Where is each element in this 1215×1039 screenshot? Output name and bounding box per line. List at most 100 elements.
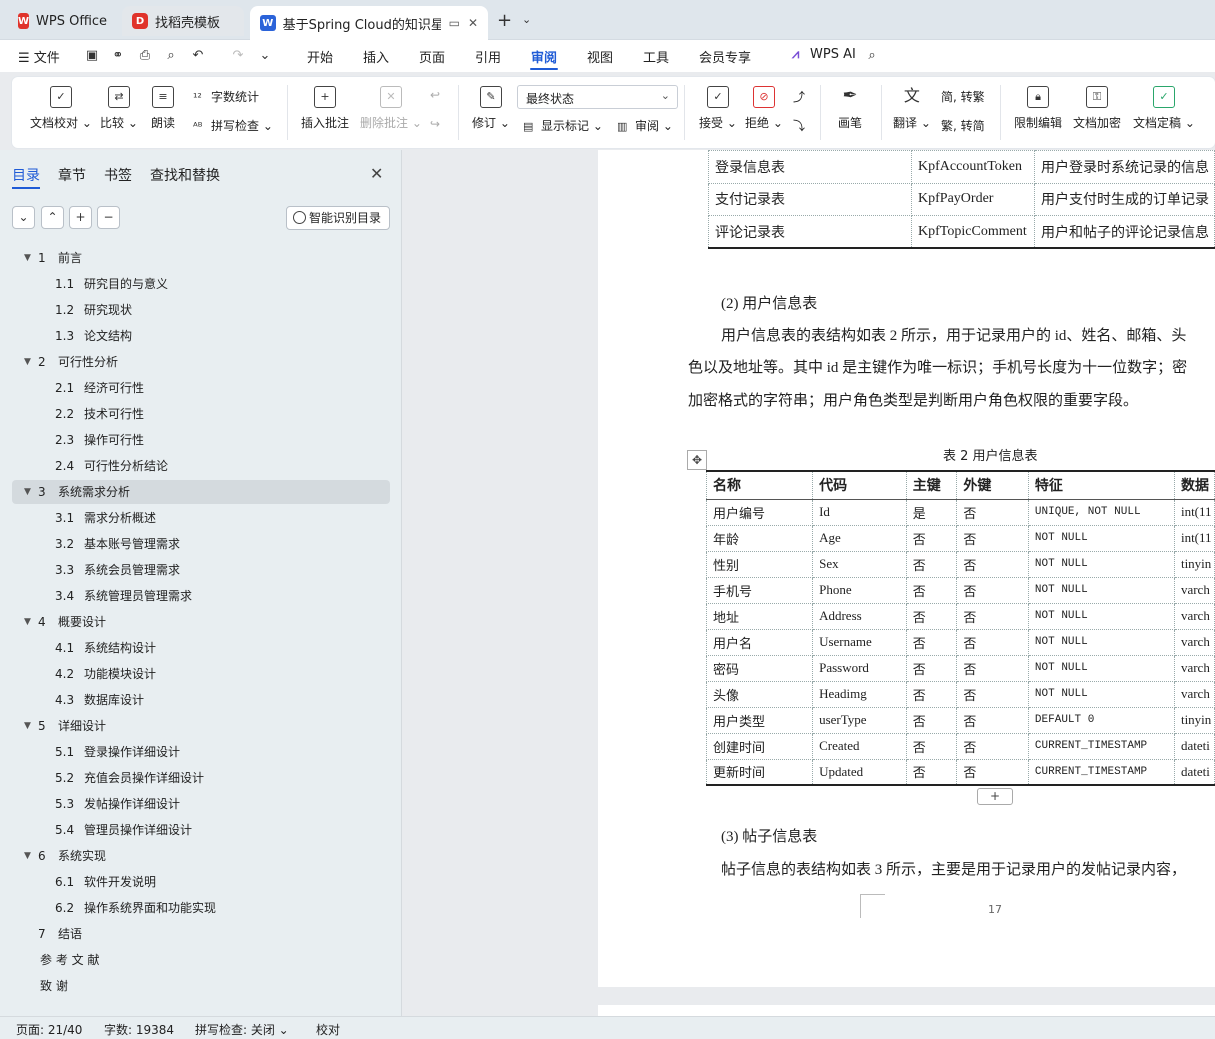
toc-item[interactable]: 参 考 文 献 [12,948,390,972]
table-cell[interactable]: KpfTopicComment [911,215,1035,249]
table-cell[interactable]: NOT NULL [1027,576,1175,604]
table-cell[interactable]: 否 [956,498,1029,526]
delete-comment-button[interactable]: ✕ 删除批注 ⌄ [360,86,422,131]
table-cell[interactable]: 否 [956,550,1029,578]
add-row-button[interactable]: + [977,788,1013,805]
table-header-cell[interactable]: 代码 [812,470,907,500]
collapse-all-button[interactable]: ⌃ [41,206,64,229]
demote-level-button[interactable]: − [97,206,120,229]
toc-item[interactable]: 4.3 数据库设计 [12,688,390,712]
table-cell[interactable]: 否 [905,550,958,578]
table-cell[interactable]: 评论记录表 [707,215,913,249]
table-cell[interactable]: int(11 [1173,524,1215,552]
to-traditional-button[interactable]: 简, 转繁 [941,88,985,105]
doc-check-button[interactable]: ✓ 文档校对 ⌄ [30,86,92,131]
word-count-button[interactable]: ¹² 字数统计 [193,88,259,105]
show-markup-button[interactable]: ▤ 显示标记 ⌄ [523,117,603,134]
finalize-button[interactable]: ✓ 文档定稿 ⌄ [1133,86,1195,131]
table-cell[interactable]: 否 [956,576,1029,604]
toc-item[interactable]: 1.3 论文结构 [12,324,390,348]
encrypt-button[interactable]: ⚿ 文档加密 [1073,86,1121,131]
close-icon[interactable]: ✕ [370,164,383,183]
table-cell[interactable]: CURRENT_TIMESTAMP [1027,732,1175,760]
menu-wps-ai[interactable]: WPS AI [810,47,856,62]
save-icon[interactable]: ▣ [84,48,100,64]
toc-item[interactable]: 2.2 技术可行性 [12,402,390,426]
table-cell[interactable]: 否 [905,732,958,760]
smart-toc-button[interactable]: 智能识别目录 [286,206,390,230]
compare-button[interactable]: ⇄ 比较 ⌄ [100,86,138,131]
table-cell[interactable]: Sex [812,550,907,578]
toc-item[interactable]: 3.3 系统会员管理需求 [12,558,390,582]
toc-item[interactable]: 2.4 可行性分析结论 [12,454,390,478]
table-cell[interactable]: 否 [956,680,1029,708]
table-cell[interactable]: 否 [905,576,958,604]
table-cell[interactable]: 否 [956,524,1029,552]
menu-file[interactable]: ☰ 文件 [18,47,60,66]
table-header-cell[interactable]: 名称 [705,470,814,500]
table-cell[interactable]: 否 [956,654,1029,682]
table-cell[interactable]: Phone [812,576,907,604]
table-cell[interactable]: varch [1173,602,1215,630]
table-cell[interactable]: Password [812,654,907,682]
close-tab-icon[interactable]: ✕ [468,16,478,30]
table-cell[interactable]: 用户支付时生成的订单记录 [1033,182,1215,216]
table-cell[interactable]: Created [812,732,907,760]
more-chevron-icon[interactable]: ⌄ [257,48,273,64]
toc-item[interactable]: 2.3 操作可行性 [12,428,390,452]
toc-item[interactable]: 7 结语 [12,922,390,946]
next-comment-icon[interactable]: ↪ [430,117,440,131]
redo-icon[interactable]: ↷ [230,48,246,64]
print-icon[interactable]: ⎙ [137,48,153,64]
read-aloud-button[interactable]: ≡ 朗读 [151,86,175,131]
toc-item[interactable]: 2.1 经济可行性 [12,376,390,400]
pen-button[interactable]: ✒ 画笔 [838,86,862,131]
table-cell[interactable]: NOT NULL [1027,654,1175,682]
table-cell[interactable]: Age [812,524,907,552]
reject-button[interactable]: ⊘ 拒绝 ⌄ [745,86,783,131]
search-icon[interactable]: ⌕ [864,48,880,64]
expand-triangle-icon[interactable]: ▼ [24,246,31,270]
word-count[interactable]: 字数: 19384 [104,1021,174,1038]
menu-tools[interactable]: 工具 [643,47,669,66]
table-cell[interactable]: UNIQUE, NOT NULL [1027,498,1175,526]
accept-button[interactable]: ✓ 接受 ⌄ [699,86,737,131]
toc-item[interactable]: 5.1 登录操作详细设计 [12,740,390,764]
table-header-cell[interactable]: 数据 [1173,470,1215,500]
prev-comment-icon[interactable]: ↩ [430,88,440,102]
tab-find-replace[interactable]: 查找和替换 [150,165,220,185]
tab-docer-templates[interactable]: D 找稻壳模板 [122,6,244,36]
table-cell[interactable]: 否 [956,706,1029,734]
table-cell[interactable]: Headimg [812,680,907,708]
table-cell[interactable]: int(11 [1173,498,1215,526]
table-cell[interactable]: 头像 [705,680,814,708]
toc-item[interactable]: 4.1 系统结构设计 [12,636,390,660]
table-cell[interactable]: 否 [905,680,958,708]
table-cell[interactable]: 用户登录时系统记录的信息 [1033,150,1215,184]
menu-member[interactable]: 会员专享 [699,47,751,66]
table-cell[interactable]: 登录信息表 [707,150,913,184]
tab-chapters[interactable]: 章节 [58,165,86,185]
print-preview-icon[interactable]: ⌕ [163,48,179,64]
toc-item[interactable]: 4.2 功能模块设计 [12,662,390,686]
review-pane-button[interactable]: ▥ 审阅 ⌄ [617,117,673,134]
menu-view[interactable]: 视图 [587,47,613,66]
table-cell[interactable]: 是 [905,498,958,526]
tab-list-chevron-icon[interactable]: ⌄ [522,13,531,26]
tab-bookmarks[interactable]: 书签 [104,165,132,185]
table-cell[interactable]: Id [812,498,907,526]
monitor-icon[interactable]: ▭ [449,16,460,30]
table-cell[interactable]: 用户类型 [705,706,814,734]
page-indicator[interactable]: 页面: 21/40 [16,1021,82,1038]
table-cell[interactable]: 用户名 [705,628,814,656]
toc-item[interactable]: 6.1 软件开发说明 [12,870,390,894]
table-cell[interactable]: varch [1173,628,1215,656]
table-header-cell[interactable]: 主键 [905,470,958,500]
table-cell[interactable]: KpfAccountToken [911,150,1035,184]
table-header-cell[interactable]: 特征 [1027,470,1175,500]
table-cell[interactable]: Username [812,628,907,656]
promote-level-button[interactable]: + [69,206,92,229]
table-cell[interactable]: KpfPayOrder [911,182,1035,216]
table-cell[interactable]: userType [812,706,907,734]
table-cell[interactable]: 年龄 [705,524,814,552]
